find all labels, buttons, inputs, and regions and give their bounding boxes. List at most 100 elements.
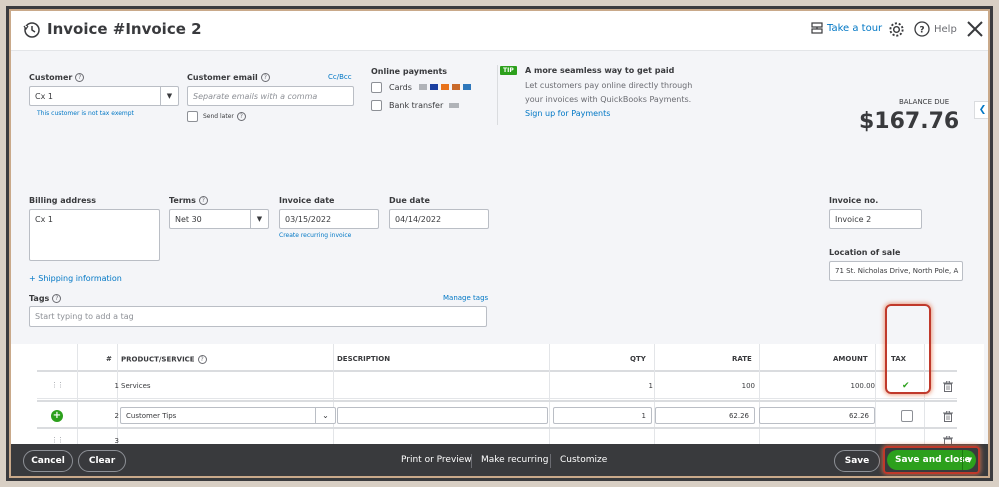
help-icon[interactable]: ? — [52, 294, 62, 303]
signpost-icon — [811, 22, 823, 34]
invoice-no-value: Invoice 2 — [835, 214, 872, 224]
terms-value: Net 30 — [175, 214, 202, 224]
row-qty[interactable]: 1 — [557, 382, 653, 390]
due-date-label: Due date — [389, 196, 430, 205]
shipping-info-link[interactable]: + Shipping information — [29, 274, 122, 283]
line-items-table: # PRODUCT/SERVICE? DESCRIPTION QTY RATE … — [9, 344, 990, 447]
billing-address-input[interactable]: Cx 1 — [29, 209, 160, 261]
invoice-window: Invoice #Invoice 2 Take a tour ? Help Cu… — [6, 6, 993, 481]
help-icon[interactable]: ? — [260, 73, 270, 82]
help-icon[interactable]: ? — [197, 355, 207, 364]
terms-select[interactable]: Net 30 ▼ — [169, 209, 269, 229]
customer-value: Cx 1 — [35, 91, 53, 101]
divider — [497, 65, 498, 125]
balance-due-label: BALANCE DUE — [899, 98, 950, 106]
chevron-down-icon[interactable]: ▼ — [160, 87, 178, 105]
table-row[interactable]: + 2 Customer Tips ⌄ 1 62.26 62.26 — [37, 400, 957, 429]
amount-input[interactable]: 62.26 — [759, 407, 875, 424]
svg-text:?: ? — [919, 26, 924, 36]
rate-input[interactable]: 62.26 — [655, 407, 755, 424]
help-icon[interactable]: ? — [236, 112, 246, 121]
customer-select[interactable]: Cx 1 ▼ — [29, 86, 179, 106]
scrollbar[interactable] — [984, 344, 990, 444]
drag-handle-icon[interactable]: ⋮⋮ — [51, 436, 64, 444]
tip-body-1: Let customers pay online directly throug… — [525, 81, 693, 90]
col-product: PRODUCT/SERVICE? — [121, 355, 207, 364]
invoice-no-input[interactable]: Invoice 2 — [829, 209, 922, 229]
col-num: # — [106, 355, 112, 363]
table-header: # PRODUCT/SERVICE? DESCRIPTION QTY RATE … — [37, 344, 957, 372]
chevron-left-icon[interactable]: ❮ — [974, 101, 990, 119]
close-icon[interactable] — [966, 20, 984, 38]
help-icon[interactable]: ? — [75, 73, 85, 82]
invoice-form: Customer? Cx 1 ▼ This customer is not ta… — [9, 51, 990, 344]
save-close-highlight: Save and close ▼ — [883, 446, 980, 474]
trash-icon[interactable] — [943, 381, 953, 392]
signup-payments-link[interactable]: Sign up for Payments — [525, 109, 610, 118]
send-later-checkbox[interactable] — [187, 111, 198, 122]
billing-address-label: Billing address — [29, 196, 97, 205]
help-icon[interactable]: ? — [198, 196, 208, 205]
cc-bcc-link[interactable]: Cc/Bcc — [328, 73, 352, 81]
tip-body-2: your invoices with QuickBooks Payments. — [525, 95, 692, 104]
bank-transfer-checkbox[interactable] — [371, 100, 382, 111]
invoice-header: Invoice #Invoice 2 Take a tour ? Help — [9, 9, 990, 51]
save-and-close-button[interactable]: Save and close ▼ — [887, 450, 976, 470]
col-qty: QTY — [630, 355, 646, 363]
customer-label: Customer? — [29, 73, 85, 82]
customer-email-label: Customer email? — [187, 73, 270, 82]
row-product[interactable]: Services — [121, 382, 151, 390]
billing-address-value: Cx 1 — [35, 215, 53, 224]
due-date-input[interactable]: 04/14/2022 — [389, 209, 489, 229]
trash-icon[interactable] — [943, 411, 953, 422]
send-later-label: Send later? — [203, 112, 246, 121]
history-icon[interactable] — [23, 21, 41, 39]
table-row[interactable]: ⋮⋮ 1 Services 1 100 100.00 ✔ — [37, 372, 957, 399]
take-tour-link[interactable]: Take a tour — [811, 22, 882, 35]
bank-transfer-label: Bank transfer — [389, 101, 444, 110]
manage-tags-link[interactable]: Manage tags — [443, 294, 488, 302]
clear-button[interactable]: Clear — [78, 450, 126, 472]
invoice-date-value: 03/15/2022 — [285, 214, 332, 224]
create-recurring-link[interactable]: Create recurring invoice — [279, 232, 351, 239]
gear-icon[interactable] — [888, 21, 905, 38]
tip-badge: TIP — [500, 66, 517, 75]
card-icon — [419, 84, 427, 90]
tax-checkbox[interactable] — [901, 410, 913, 422]
save-button[interactable]: Save — [834, 450, 880, 472]
location-value: 71 St. Nicholas Drive, North Pole, A — [835, 267, 959, 275]
take-tour-label: Take a tour — [827, 23, 883, 34]
location-input[interactable]: 71 St. Nicholas Drive, North Pole, A — [829, 261, 963, 281]
drag-handle-icon[interactable]: ⋮⋮ — [51, 381, 64, 389]
page-title: Invoice #Invoice 2 — [47, 20, 202, 38]
discover-icon — [452, 84, 460, 90]
tags-input[interactable]: Start typing to add a tag — [29, 306, 487, 327]
bank-icon — [449, 103, 459, 108]
tip-title: A more seamless way to get paid — [525, 66, 675, 75]
row-rate[interactable]: 100 — [657, 382, 755, 390]
row-amount[interactable]: 100.00 — [762, 382, 876, 390]
due-date-value: 04/14/2022 — [395, 214, 442, 224]
help-label: Help — [934, 23, 957, 35]
help-button[interactable]: ? Help — [914, 21, 957, 37]
invoice-date-input[interactable]: 03/15/2022 — [279, 209, 379, 229]
print-preview-link[interactable]: Print or Preview — [401, 455, 472, 465]
cards-checkbox[interactable] — [371, 82, 382, 93]
qty-input[interactable]: 1 — [553, 407, 652, 424]
cards-label: Cards — [389, 83, 412, 92]
description-input[interactable] — [337, 407, 548, 424]
email-placeholder: Separate emails with a comma — [193, 91, 318, 101]
invoice-no-label: Invoice no. — [829, 196, 879, 205]
caret-down-icon[interactable]: ▼ — [962, 450, 976, 470]
visa-icon — [430, 84, 438, 90]
chevron-down-icon[interactable]: ⌄ — [315, 408, 335, 423]
cancel-button[interactable]: Cancel — [23, 450, 73, 472]
customer-email-input[interactable]: Separate emails with a comma — [187, 86, 354, 106]
mastercard-icon — [441, 84, 449, 90]
add-line-icon[interactable]: + — [51, 410, 63, 422]
make-recurring-link[interactable]: Make recurring — [481, 455, 548, 465]
chevron-down-icon[interactable]: ▼ — [250, 210, 268, 228]
customize-link[interactable]: Customize — [560, 455, 607, 465]
row-num: 1 — [114, 382, 119, 390]
product-select[interactable]: Customer Tips ⌄ — [120, 407, 336, 424]
